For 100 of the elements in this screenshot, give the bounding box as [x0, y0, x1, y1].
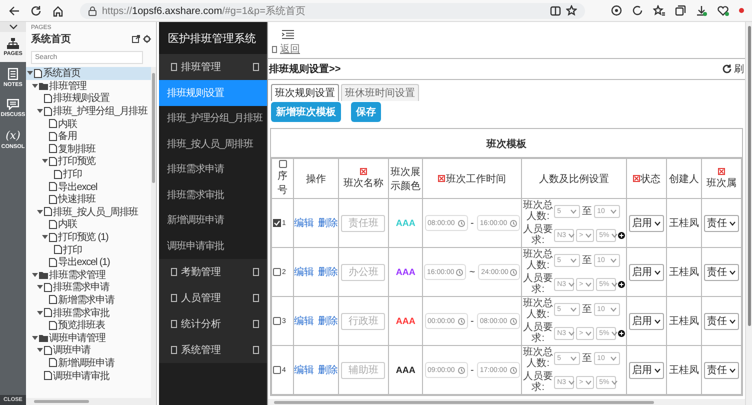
tree-item[interactable]: 复制排班: [26, 142, 151, 156]
tree-item[interactable]: 系统首页: [26, 67, 151, 80]
field-label: 班次总人数:: [523, 249, 554, 271]
caret-icon[interactable]: [42, 158, 48, 164]
caret-icon: [611, 232, 618, 238]
delete-link[interactable]: 删除: [318, 314, 338, 328]
scrollbar[interactable]: [268, 399, 745, 405]
scrollbar[interactable]: [151, 67, 156, 398]
caret-icon[interactable]: [37, 108, 43, 114]
tree-item[interactable]: 排班规则设置: [26, 92, 151, 105]
attribute-dropdown[interactable]: 责任: [704, 312, 739, 330]
attribute-dropdown[interactable]: 责任: [704, 264, 739, 280]
add-icon[interactable]: [618, 280, 626, 288]
tree-item[interactable]: 导出excel: [26, 180, 151, 193]
delete-link[interactable]: 删除: [318, 216, 338, 230]
tree-item[interactable]: 快速排班: [26, 192, 151, 206]
menu-icon[interactable]: [282, 30, 294, 39]
tree-item[interactable]: 打印预览: [26, 155, 151, 168]
status-dropdown[interactable]: 启用: [629, 362, 664, 378]
checkbox[interactable]: [273, 366, 281, 374]
tree-item[interactable]: 调班申请: [26, 344, 151, 357]
tree-item[interactable]: 排班需求申请: [26, 281, 151, 294]
tree-item[interactable]: 排班_护理分组_月排班: [26, 104, 151, 118]
tree-item[interactable]: 排班需求管理: [26, 268, 151, 282]
tree-item[interactable]: 预览排班表: [26, 318, 151, 332]
square-icon: [253, 346, 259, 354]
caret-icon[interactable]: [37, 347, 43, 354]
tree-item[interactable]: 新增需求申请: [26, 294, 151, 306]
chevron-icon[interactable]: [8, 24, 18, 30]
menu-group[interactable]: 考勤管理: [159, 258, 267, 284]
menu-group[interactable]: 统计分析: [159, 310, 267, 336]
export-icon[interactable]: [132, 35, 140, 43]
checkbox[interactable]: [273, 219, 281, 227]
tree-item[interactable]: 排班_按人员_周排班: [26, 206, 151, 218]
attribute-dropdown[interactable]: 责任: [704, 214, 739, 232]
caret-icon[interactable]: [37, 284, 43, 290]
caret-icon[interactable]: [42, 234, 48, 240]
collections-icon[interactable]: [675, 5, 686, 16]
menu-item[interactable]: 排班_护理分组_月排班: [159, 106, 267, 131]
status-dropdown[interactable]: 启用: [629, 264, 664, 280]
edit-link[interactable]: 编辑: [294, 216, 314, 230]
tree-item[interactable]: 调班申请管理: [26, 331, 151, 344]
edit-link[interactable]: 编辑: [294, 265, 314, 279]
tree-item[interactable]: 新增调班申请: [26, 356, 151, 370]
tree-item[interactable]: 打印: [26, 168, 151, 180]
tree-item[interactable]: 备用: [26, 130, 151, 143]
download-icon[interactable]: [696, 5, 707, 16]
menu-group[interactable]: 排班管理: [159, 54, 267, 80]
caret-icon[interactable]: [37, 208, 43, 215]
name-field[interactable]: 行政班: [341, 312, 386, 330]
address-bar[interactable]: https://1opsf6.axshare.com/#g=1&p=系统首页: [80, 2, 585, 18]
tab[interactable]: 班次规则设置: [271, 84, 339, 101]
menu-group[interactable]: 系统管理: [159, 336, 267, 362]
checkbox[interactable]: [278, 160, 287, 168]
caret-icon[interactable]: [37, 310, 43, 316]
menu-item[interactable]: 排班需求审批: [159, 182, 267, 208]
tree-item[interactable]: 排班需求审批: [26, 306, 151, 319]
menu-group[interactable]: 人员管理: [159, 284, 267, 310]
edit-link[interactable]: 编辑: [294, 363, 314, 377]
tree-item[interactable]: 打印: [26, 243, 151, 256]
status-dropdown[interactable]: 启用: [629, 312, 664, 330]
reader-icon[interactable]: [550, 6, 561, 16]
caret-icon[interactable]: [32, 82, 38, 89]
back-icon[interactable]: [8, 4, 20, 16]
attribute-dropdown[interactable]: 责任: [704, 362, 739, 378]
tree-item[interactable]: 打印预览 (1): [26, 230, 151, 244]
menu-item[interactable]: 排班_按人员_周排班: [159, 131, 267, 156]
tree-item[interactable]: 排班管理: [26, 80, 151, 92]
tree-item[interactable]: 内联: [26, 218, 151, 231]
add-icon[interactable]: [618, 232, 626, 238]
menu-item[interactable]: 排班需求申请: [159, 156, 267, 182]
back-link[interactable]: 返回: [280, 42, 300, 56]
status-dropdown[interactable]: 启用: [629, 214, 664, 232]
checkbox[interactable]: [273, 317, 281, 325]
caret-icon[interactable]: [32, 334, 38, 341]
favorites-icon[interactable]: [653, 5, 665, 16]
scrollbar[interactable]: [745, 22, 752, 405]
star-icon[interactable]: [566, 5, 577, 16]
tree-item[interactable]: 调班申请审批: [26, 369, 151, 382]
square-icon: [171, 320, 177, 328]
refresh-icon[interactable]: [632, 5, 643, 16]
tab[interactable]: 班休班时间设置: [341, 84, 419, 101]
tree-item[interactable]: 导出excel (1): [26, 256, 151, 268]
delete-link[interactable]: 删除: [318, 265, 338, 279]
name-field[interactable]: 责任班: [341, 214, 386, 232]
reload-icon[interactable]: [30, 4, 42, 16]
delete-link[interactable]: 删除: [318, 363, 338, 377]
caret-icon[interactable]: [32, 272, 38, 278]
add-icon[interactable]: [618, 330, 626, 336]
edit-link[interactable]: 编辑: [294, 314, 314, 328]
scrollbar[interactable]: [26, 398, 156, 405]
heart-icon[interactable]: [717, 5, 729, 16]
menu-item[interactable]: 调班申请审批: [159, 233, 267, 258]
home-icon[interactable]: [52, 4, 64, 16]
name-field[interactable]: 办公班: [341, 264, 386, 280]
tree-item[interactable]: 内联: [26, 117, 151, 130]
checkbox[interactable]: [273, 268, 281, 276]
menu-item[interactable]: 新增调班申请: [159, 208, 267, 233]
name-field[interactable]: 辅助班: [341, 362, 386, 378]
refresh-button[interactable]: 刷: [722, 62, 744, 76]
